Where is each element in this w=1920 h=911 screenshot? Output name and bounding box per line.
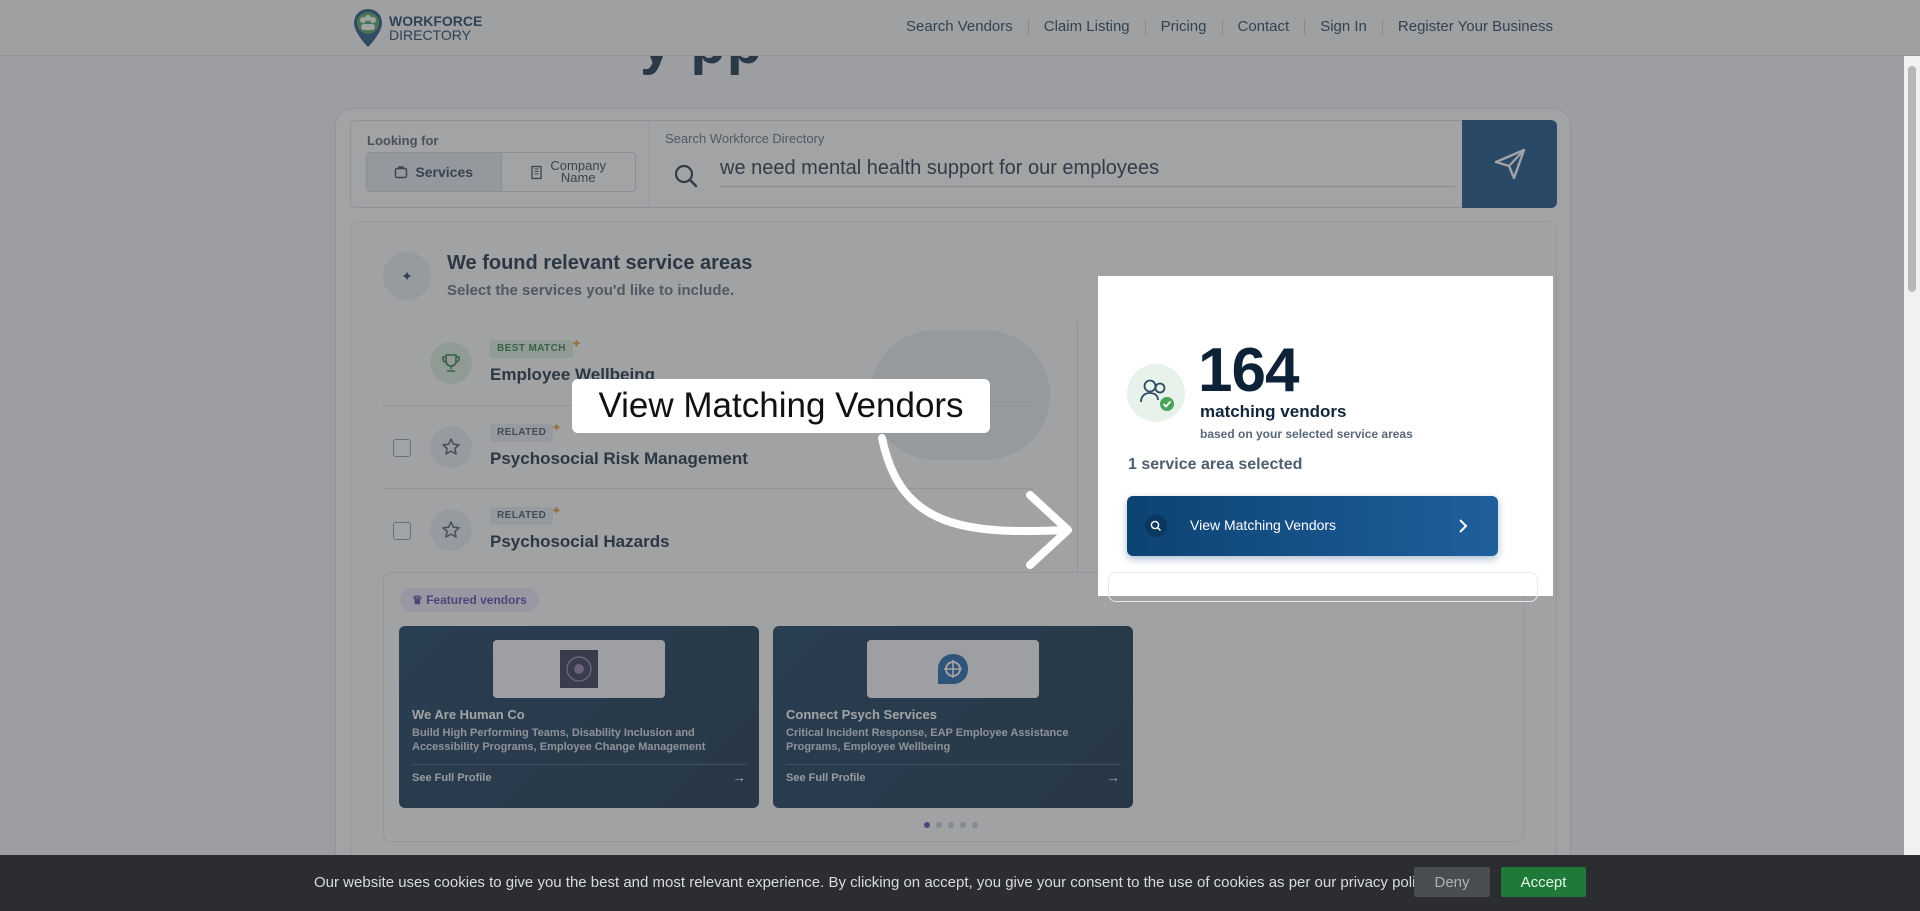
selected-areas-count: 1 service area selected (1128, 456, 1303, 473)
cookie-accept-button[interactable]: Accept (1501, 867, 1586, 897)
tutorial-callout: View Matching Vendors (572, 379, 990, 433)
panel-fragment (1108, 572, 1538, 602)
view-matching-vendors-label: View Matching Vendors (1190, 517, 1337, 533)
tutorial-arrow-icon (878, 434, 1072, 569)
cookie-text: Our website uses cookies to give you the… (314, 874, 1434, 891)
matching-vendor-count: 164 (1198, 336, 1299, 405)
matching-vendors-label: matching vendors (1200, 402, 1347, 421)
users-check-icon (1127, 364, 1185, 422)
search-icon (1145, 515, 1167, 537)
cookie-banner: Our website uses cookies to give you the… (0, 855, 1920, 911)
matching-vendors-panel: 164 matching vendors based on your selec… (1098, 276, 1553, 602)
scrollbar-thumb[interactable] (1908, 66, 1916, 292)
page-scrollbar[interactable] (1904, 56, 1920, 855)
view-matching-vendors-button[interactable]: View Matching Vendors (1127, 496, 1498, 556)
cookie-deny-button[interactable]: Deny (1414, 867, 1490, 897)
matching-vendors-subtext: based on your selected service areas (1200, 427, 1413, 441)
chevron-right-icon (1459, 519, 1468, 533)
